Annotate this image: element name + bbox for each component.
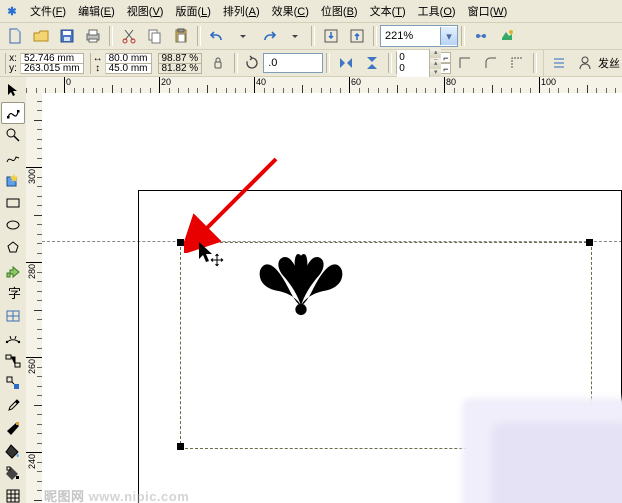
shape-tool-icon[interactable] <box>1 102 25 125</box>
handle-sw[interactable] <box>177 443 184 450</box>
open-icon[interactable] <box>29 24 53 48</box>
standard-toolbar: 221% ▾ <box>0 23 622 50</box>
zoom-tool-icon[interactable] <box>1 124 25 147</box>
new-icon[interactable] <box>3 24 27 48</box>
redo-icon[interactable] <box>257 24 281 48</box>
toolbox: 字 <box>0 77 27 503</box>
workspace: 字 020406080100 300280260240 <box>0 77 622 503</box>
menu-effects[interactable]: 效果(C) <box>266 1 315 21</box>
zoom-value: 221% <box>381 30 440 42</box>
menu-edit[interactable]: 编辑(E) <box>72 1 121 21</box>
undo-icon[interactable] <box>205 24 229 48</box>
corner-2-icon[interactable] <box>479 51 503 75</box>
eyedropper-tool-icon[interactable] <box>1 394 25 417</box>
ornament-shape[interactable] <box>254 253 348 317</box>
spinner-2[interactable]: ▴▾⌐ <box>396 63 451 74</box>
print-icon[interactable] <box>81 24 105 48</box>
freehand-tool-icon[interactable] <box>1 147 25 170</box>
menu-arrange[interactable]: 排列(A) <box>217 1 266 21</box>
pick-tool-icon[interactable] <box>1 79 25 102</box>
outline-tool-icon[interactable] <box>1 417 25 440</box>
docker-label: 发丝 <box>598 55 620 71</box>
dimension-tool-icon[interactable] <box>1 327 25 350</box>
polygon-tool-icon[interactable] <box>1 237 25 260</box>
redo-dropdown-icon[interactable] <box>283 24 307 48</box>
handle-nw[interactable] <box>177 239 184 246</box>
dropdown-icon[interactable]: ▾ <box>440 27 457 45</box>
cursor-pointer-move <box>197 240 227 270</box>
menu-window[interactable]: 窗口(W) <box>462 1 514 21</box>
cut-icon[interactable] <box>117 24 141 48</box>
paste-icon[interactable] <box>169 24 193 48</box>
connector-tool-icon[interactable] <box>1 349 25 372</box>
svg-text:字: 字 <box>8 286 21 301</box>
ellipse-tool-icon[interactable] <box>1 214 25 237</box>
docker-list-icon[interactable] <box>547 51 571 75</box>
smartfill-tool-icon[interactable] <box>1 169 25 192</box>
table-tool-icon[interactable] <box>1 304 25 327</box>
zoom-combobox[interactable]: 221% ▾ <box>380 25 458 47</box>
copy-icon[interactable] <box>143 24 167 48</box>
corner-1-icon[interactable] <box>453 51 477 75</box>
interactivefill-tool-icon[interactable] <box>1 462 25 485</box>
arrow-annotation <box>184 153 284 253</box>
fill-tool-icon[interactable] <box>1 440 25 463</box>
snap-icon[interactable] <box>469 24 493 48</box>
rectangle-tool-icon[interactable] <box>1 192 25 215</box>
menu-view[interactable]: 视图(V) <box>121 1 170 21</box>
menu-bar: ✱ 文件(F) 编辑(E) 视图(V) 版面(L) 排列(A) 效果(C) 位图… <box>0 0 622 23</box>
watermark: 昵图网 www.nipic.com <box>44 486 189 503</box>
rotate-input[interactable] <box>263 53 323 73</box>
app-icon: ✱ <box>4 3 20 19</box>
docker-person-icon[interactable] <box>573 51 597 75</box>
lock-ratio-icon[interactable] <box>206 51 230 75</box>
docker-tab[interactable]: 发丝 <box>543 50 622 76</box>
menu-layout[interactable]: 版面(L) <box>169 1 216 21</box>
blur-overlay-2 <box>492 423 622 503</box>
menu-tools[interactable]: 工具(O) <box>412 1 462 21</box>
import-icon[interactable] <box>319 24 343 48</box>
basicshapes-tool-icon[interactable] <box>1 259 25 282</box>
property-bar: x:52.746 mm y:263.015 mm ↔80.0 mm ↕45.0 … <box>0 50 622 77</box>
handle-ne[interactable] <box>586 239 593 246</box>
save-icon[interactable] <box>55 24 79 48</box>
height-icon: ↕ <box>91 63 106 74</box>
mirror-v-icon[interactable] <box>360 51 384 75</box>
rotate-icon[interactable] <box>242 51 262 75</box>
export-icon[interactable] <box>345 24 369 48</box>
y-label: y: <box>6 63 21 74</box>
menu-file[interactable]: 文件(F) <box>24 1 72 21</box>
corner-3-icon[interactable] <box>505 51 529 75</box>
y-value[interactable]: 263.015 mm <box>21 63 83 74</box>
height-value[interactable]: 45.0 mm <box>106 63 151 74</box>
horizontal-ruler[interactable]: 020406080100 <box>26 77 622 94</box>
interactive-tool-icon[interactable] <box>1 372 25 395</box>
canvas[interactable]: 昵图网 www.nipic.com <box>42 93 622 503</box>
vertical-ruler[interactable]: 300280260240 <box>26 93 43 503</box>
mesh-tool-icon[interactable] <box>1 485 25 503</box>
options-icon[interactable] <box>495 24 519 48</box>
undo-dropdown-icon[interactable] <box>231 24 255 48</box>
menu-text[interactable]: 文本(T) <box>364 1 412 21</box>
mirror-h-icon[interactable] <box>334 51 358 75</box>
menu-bitmap[interactable]: 位图(B) <box>315 1 364 21</box>
scale-y[interactable]: 81.82 % <box>159 63 202 74</box>
text-tool-icon[interactable]: 字 <box>1 282 25 305</box>
